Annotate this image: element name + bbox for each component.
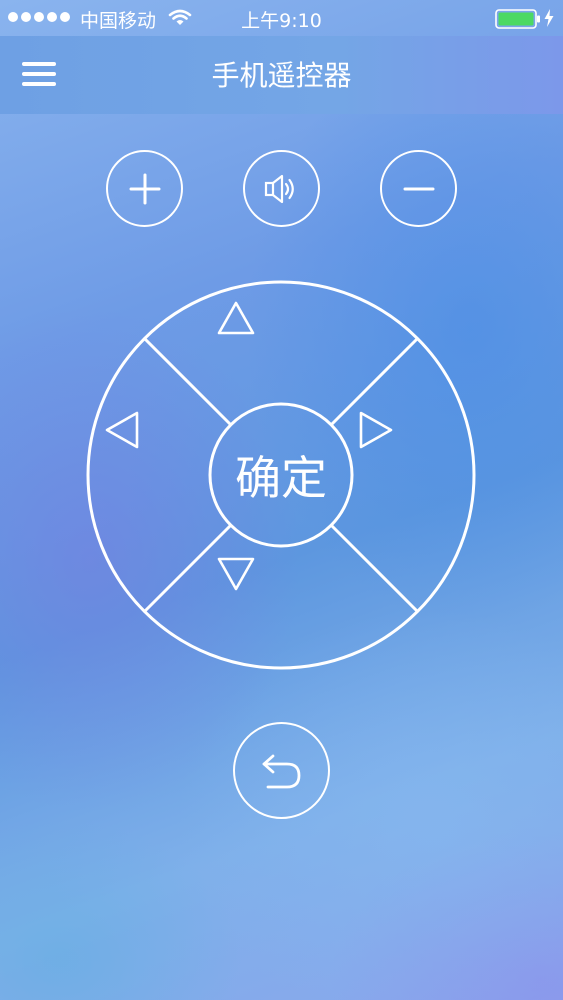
charging-bolt-icon <box>543 8 555 33</box>
volume-down-button[interactable] <box>380 150 457 227</box>
ok-button-label: 确定 <box>235 451 327 505</box>
triangle-down-icon <box>217 557 255 591</box>
triangle-left-icon <box>105 411 139 449</box>
ok-button[interactable]: 确定 <box>210 404 352 546</box>
volume-up-button[interactable] <box>106 150 183 227</box>
status-bar: 中国移动 上午9:10 <box>0 0 563 36</box>
speaker-icon <box>264 174 294 203</box>
direction-pad: 确定 <box>86 280 476 670</box>
battery-icon <box>495 9 541 34</box>
mute-button[interactable] <box>243 150 320 227</box>
page-title: 手机遥控器 <box>211 59 352 92</box>
navigation-bar: 手机遥控器 <box>0 36 563 114</box>
clock: 上午9:10 <box>241 10 322 32</box>
minus-icon <box>403 187 434 190</box>
dpad-right-button[interactable] <box>358 410 458 540</box>
plus-icon <box>129 173 160 204</box>
back-button[interactable] <box>233 722 330 819</box>
triangle-right-icon <box>359 411 393 449</box>
dpad-down-button[interactable] <box>216 556 346 651</box>
back-arrow-icon <box>262 754 300 788</box>
dpad-left-button[interactable] <box>104 410 204 540</box>
triangle-up-icon <box>217 301 255 335</box>
dpad-up-button[interactable] <box>216 300 346 395</box>
